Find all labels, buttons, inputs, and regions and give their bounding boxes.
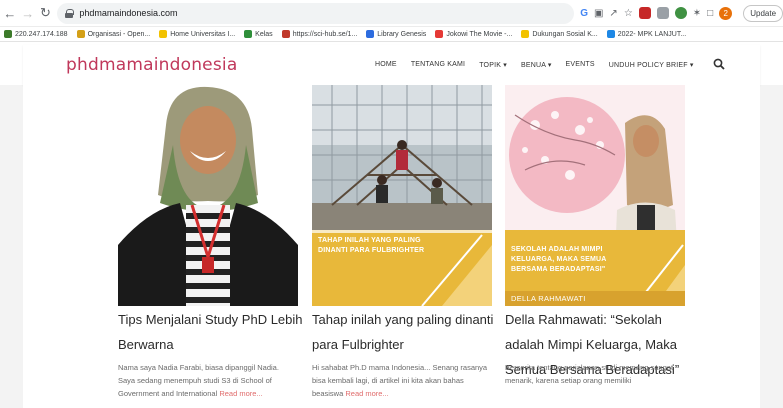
post-thumbnail[interactable] — [118, 85, 298, 306]
bookmark-favicon-icon — [4, 30, 12, 38]
bookmark-label: Dukungan Sosial K... — [532, 30, 598, 38]
forward-arrow-icon[interactable]: → — [20, 4, 36, 22]
bookmark-label: https://sci-hub.se/1... — [292, 30, 358, 38]
site-header: phdmamaindonesia HOME TENTANG KAMI TOPIK ▾… — [23, 45, 760, 85]
bookmark-label: Kelas — [255, 30, 273, 38]
bookmark-item[interactable]: Organisasi - Open... — [76, 30, 151, 38]
bookmark-item[interactable]: Kelas — [244, 30, 273, 38]
menu-item[interactable]: UNDUH POLICY BRIEF ▾ — [609, 61, 694, 69]
menu-item[interactable]: TENTANG KAMI — [411, 61, 465, 69]
bookmark-favicon-icon — [76, 30, 85, 38]
extension-icon[interactable] — [638, 7, 651, 19]
bookmark-favicon-icon — [244, 30, 253, 38]
post-excerpt: Bercerita tentang perjalanan studi meman… — [505, 361, 685, 387]
menu-item[interactable]: BENUA ▾ — [521, 61, 552, 69]
bookmark-label: Organisasi - Open... — [87, 30, 151, 38]
menu-item[interactable]: EVENTS — [566, 61, 595, 69]
menu-item[interactable]: TOPIK ▾ — [479, 61, 507, 69]
menu-item[interactable]: HOME — [375, 61, 397, 69]
bookmark-item[interactable]: https://sci-hub.se/1... — [281, 30, 358, 38]
main-menu: HOME TENTANG KAMI TOPIK ▾ BENUA ▾ EVENTS UNDU… — [375, 61, 708, 69]
bookmarks-bar: 220.247.174.188 Organisasi - Open... Home … — [0, 27, 783, 42]
post-title[interactable]: Tips Menjalani Study PhD Lebih Berwarna — [118, 307, 308, 357]
post-excerpt: Hi sahabat Ph.D mama Indonesia... Senang… — [312, 361, 492, 400]
bookmark-item[interactable]: Dukungan Sosial K... — [521, 30, 598, 38]
bookmark-label: 220.247.174.188 — [15, 30, 68, 38]
excerpt-text: Bercerita tentang perjalanan studi meman… — [505, 363, 674, 385]
read-more-link[interactable]: Read more... — [219, 389, 262, 398]
bookmark-label: Jokowi The Movie -... — [446, 30, 513, 38]
lock-icon — [65, 8, 75, 18]
update-button[interactable]: Update — [743, 4, 783, 22]
site-logo[interactable]: phdmamaindonesia — [66, 55, 237, 75]
url-text: phdmamaindonesia.com — [79, 8, 178, 18]
content-area: Tips Menjalani Study PhD Lebih Berwarna … — [23, 85, 760, 408]
reload-icon[interactable]: ↻ — [38, 4, 54, 22]
post-thumbnail[interactable]: SEKOLAH ADALAH MIMPI KELUARGA, MAKA SEMU… — [505, 85, 685, 306]
thumbnail-caption: TAHAP INILAH YANG PALING DINANTI PARA FU… — [318, 237, 425, 254]
browser-toolbar: ← → ↻ phdmamaindonesia.com G ▣ ↗ ☆ ✶ □ 2… — [0, 0, 783, 27]
read-more-link[interactable]: Read more... — [345, 389, 388, 398]
search-icon[interactable] — [713, 58, 725, 70]
bookmark-favicon-icon — [281, 30, 290, 38]
profile-avatar[interactable]: 2 — [719, 6, 733, 20]
extension-2-icon[interactable] — [656, 7, 669, 19]
bookmark-favicon-icon — [435, 30, 444, 38]
bookmark-item[interactable]: 220.247.174.188 — [4, 30, 68, 38]
back-arrow-icon[interactable]: ← — [2, 4, 18, 22]
share-icon[interactable]: ↗ — [609, 8, 617, 19]
bookmark-label: Library Genesis — [377, 30, 427, 38]
sidebar-icon[interactable]: □ — [707, 8, 713, 19]
excerpt-text: Hi sahabat Ph.D mama Indonesia... Senang… — [312, 363, 488, 398]
google-icon[interactable]: G — [580, 8, 588, 19]
bookmark-label: Home Universitas I... — [170, 30, 236, 38]
translate-icon[interactable]: ▣ — [594, 8, 603, 19]
bookmark-label: 2022- MPK LANJUT... — [617, 30, 687, 38]
bookmark-favicon-icon — [521, 30, 530, 38]
puzzle-icon[interactable]: ✶ — [693, 8, 701, 19]
bookmark-item[interactable]: Library Genesis — [366, 30, 426, 38]
address-bar[interactable]: phdmamaindonesia.com — [57, 2, 575, 24]
bookmark-item[interactable]: Home Universitas I... — [159, 30, 235, 38]
extension-3-icon[interactable] — [674, 7, 687, 19]
bookmark-favicon-icon — [366, 30, 375, 38]
bookmark-item[interactable]: Jokowi The Movie -... — [435, 30, 512, 38]
bookmark-item[interactable]: 2022- MPK LANJUT... — [606, 30, 687, 38]
post-excerpt: Nama saya Nadia Farabi, biasa dipanggil … — [118, 361, 298, 400]
bookmark-favicon-icon — [606, 30, 615, 38]
thumbnail-author: DELLA RAHMAWATI — [511, 294, 586, 303]
thumbnail-caption: SEKOLAH ADALAH MIMPI KELUARGA, MAKA SEMU… — [511, 246, 607, 273]
post-thumbnail[interactable]: TAHAP INILAH YANG PALING DINANTI PARA FU… — [312, 85, 492, 306]
star-icon[interactable]: ☆ — [624, 8, 633, 19]
post-title[interactable]: Tahap inilah yang paling dinanti para Fu… — [312, 307, 502, 357]
bookmark-favicon-icon — [159, 30, 168, 38]
